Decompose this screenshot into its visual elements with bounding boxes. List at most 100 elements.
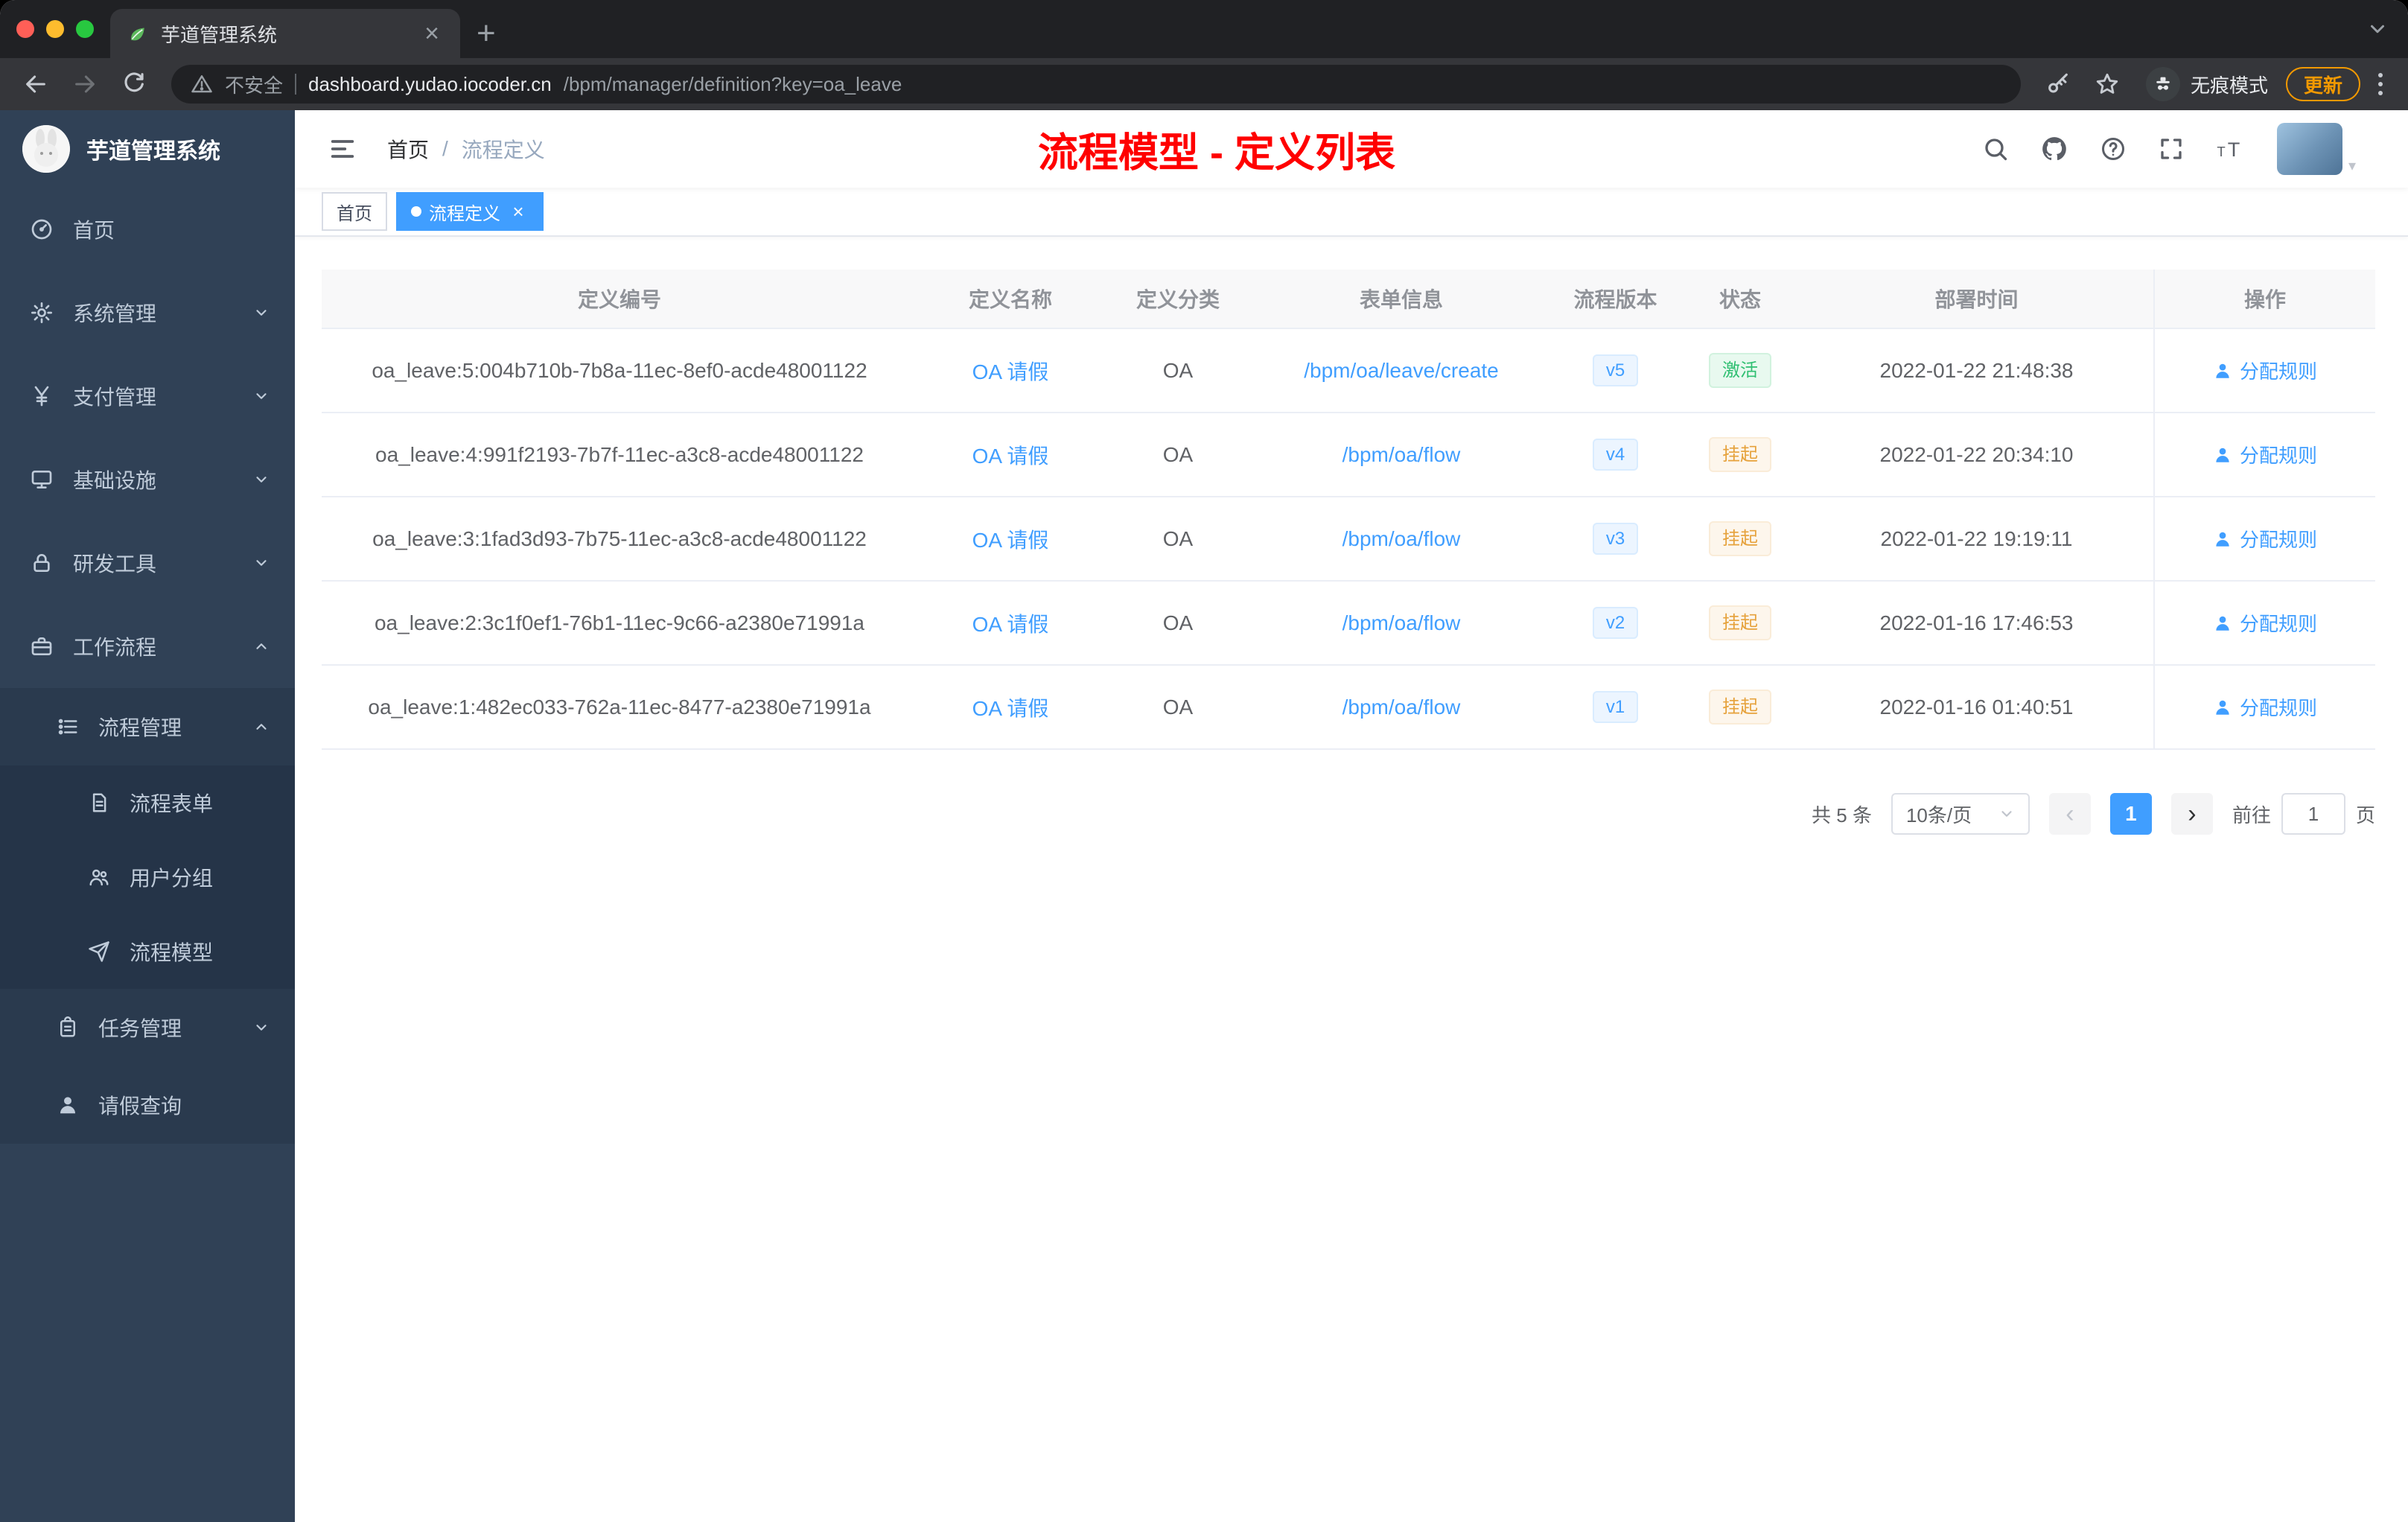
chevron-down-icon — [256, 310, 267, 316]
definition-category: OA — [1162, 695, 1194, 719]
help-button[interactable] — [2100, 136, 2127, 162]
navbar-actions: TT ▾ — [1982, 123, 2356, 175]
breadcrumb: 首页 / 流程定义 — [387, 134, 545, 164]
sidebar-item-label: 系统管理 — [73, 302, 157, 325]
definition-name-link[interactable]: OA 请假 — [972, 440, 1049, 470]
column-header: 状态 — [1719, 288, 1761, 311]
current-page-button[interactable]: 1 — [2109, 793, 2152, 835]
sidebar: 芋道管理系统 首页 系统管理 支付管理 基础设施 研发工具 工作流程 流程管理 … — [0, 110, 295, 1522]
form-link[interactable]: /bpm/oa/flow — [1342, 611, 1461, 635]
tag-close-icon[interactable]: × — [508, 201, 529, 222]
version-tag: v3 — [1592, 522, 1639, 555]
search-button[interactable] — [1982, 136, 2009, 162]
search-icon — [1985, 138, 2007, 161]
browser-menu-kebab-button[interactable] — [2368, 73, 2393, 95]
new-tab-button[interactable]: + — [477, 9, 496, 58]
status-tag: 激活 — [1709, 352, 1771, 389]
form-link[interactable]: /bpm/oa/flow — [1342, 443, 1461, 467]
github-button[interactable] — [2040, 135, 2068, 163]
password-key-button[interactable] — [2037, 63, 2079, 105]
sidebar-item-workflow[interactable]: 工作流程 — [0, 605, 295, 688]
sidebar-item-home[interactable]: 首页 — [0, 188, 295, 271]
reload-button[interactable] — [113, 63, 155, 105]
logo-avatar — [22, 125, 70, 173]
tag-process-definition[interactable]: 流程定义 × — [396, 192, 544, 231]
yen-icon — [34, 386, 49, 407]
definition-name-link[interactable]: OA 请假 — [972, 356, 1049, 386]
assign-rule-link[interactable]: 分配规则 — [2213, 525, 2317, 553]
tag-label: 流程定义 — [429, 203, 500, 224]
definition-name-link[interactable]: OA 请假 — [972, 608, 1049, 638]
form-link[interactable]: /bpm/oa/leave/create — [1304, 359, 1499, 383]
sidebar-item-process-form[interactable]: 流程表单 — [0, 765, 295, 840]
update-button[interactable]: 更新 — [2285, 67, 2360, 101]
form-link[interactable]: /bpm/oa/flow — [1342, 695, 1461, 719]
assign-rule-link[interactable]: 分配规则 — [2213, 357, 2317, 384]
sidebar-item-leave-query[interactable]: 请假查询 — [0, 1066, 295, 1144]
deploy-time: 2022-01-22 20:34:10 — [1879, 442, 2074, 466]
clipboard-icon — [60, 1016, 75, 1037]
home-gauge-icon — [31, 219, 52, 240]
chevron-down-icon — [256, 1025, 267, 1031]
sidebar-item-devtools[interactable]: 研发工具 — [0, 521, 295, 605]
back-button[interactable] — [15, 63, 57, 105]
sidebar-item-label: 流程表单 — [130, 792, 214, 815]
chevron-down-icon — [256, 560, 267, 566]
sidebar-item-user-group[interactable]: 用户分组 — [0, 840, 295, 914]
font-size-button[interactable]: TT — [2216, 136, 2246, 162]
font-size-icon: TT — [2217, 138, 2240, 161]
assign-rule-link[interactable]: 分配规则 — [2213, 441, 2317, 468]
form-link[interactable]: /bpm/oa/flow — [1342, 527, 1461, 551]
close-window-button[interactable] — [16, 20, 34, 38]
sidebar-item-infrastructure[interactable]: 基础设施 — [0, 438, 295, 521]
assign-rule-label: 分配规则 — [2239, 360, 2317, 383]
sidebar-collapse-button[interactable] — [320, 127, 365, 171]
column-header: 表单信息 — [1359, 288, 1443, 311]
address-bar[interactable]: 不安全 dashboard.yudao.iocoder.cn/bpm/manag… — [171, 65, 2021, 104]
tag-home[interactable]: 首页 — [322, 192, 387, 231]
sidebar-item-process-model[interactable]: 流程模型 — [0, 914, 295, 989]
deploy-time: 2022-01-22 21:48:38 — [1879, 358, 2074, 382]
column-header: 定义分类 — [1135, 288, 1220, 311]
active-tag-dot — [411, 206, 421, 217]
assign-rule-link[interactable]: 分配规则 — [2213, 609, 2317, 637]
breadcrumb-home[interactable]: 首页 — [387, 134, 429, 164]
definition-id: oa_leave:4:991f2193-7b7f-11ec-a3c8-acde4… — [375, 442, 864, 466]
definition-name-link[interactable]: OA 请假 — [972, 692, 1049, 722]
assign-rule-link[interactable]: 分配规则 — [2213, 693, 2317, 721]
table-row: oa_leave:5:004b710b-7b8a-11ec-8ef0-acde4… — [322, 329, 2375, 413]
page-annotation: 流程模型 - 定义列表 — [1038, 130, 1395, 176]
zoom-window-button[interactable] — [76, 20, 94, 38]
sidebar-logo: 芋道管理系统 — [0, 110, 295, 188]
sidebar-item-process-management[interactable]: 流程管理 — [0, 688, 295, 765]
deploy-time: 2022-01-16 17:46:53 — [1879, 611, 2074, 634]
fullscreen-button[interactable] — [2158, 136, 2185, 162]
goto-page-input[interactable] — [2281, 793, 2345, 835]
browser-toolbar: 不安全 dashboard.yudao.iocoder.cn/bpm/manag… — [0, 58, 2408, 110]
version-tag: v5 — [1592, 354, 1639, 387]
sidebar-item-system[interactable]: 系统管理 — [0, 271, 295, 354]
bookmark-star-button[interactable] — [2086, 63, 2128, 105]
minimize-window-button[interactable] — [46, 20, 64, 38]
prev-page-button[interactable]: ‹ — [2048, 793, 2091, 835]
page-size-select[interactable]: 10条/页 — [1891, 793, 2030, 835]
column-header: 操作 — [2153, 270, 2375, 328]
tab-close-button[interactable]: × — [417, 19, 447, 48]
sidebar-item-task-management[interactable]: 任务管理 — [0, 989, 295, 1066]
forward-button[interactable] — [64, 63, 106, 105]
assign-rule-label: 分配规则 — [2239, 529, 2317, 551]
chevron-down-icon — [256, 393, 267, 399]
tab-search-chevron-icon[interactable] — [2366, 18, 2389, 40]
definition-category: OA — [1162, 442, 1194, 466]
sidebar-item-label: 首页 — [73, 219, 115, 242]
paper-plane-icon — [89, 941, 109, 962]
chevron-down-icon — [256, 477, 267, 483]
svg-text:T: T — [2217, 144, 2225, 159]
sidebar-item-payment[interactable]: 支付管理 — [0, 354, 295, 438]
definition-id: oa_leave:2:3c1f0ef1-76b1-11ec-9c66-a2380… — [374, 611, 864, 634]
user-avatar-menu[interactable]: ▾ — [2276, 123, 2356, 175]
definition-name-link[interactable]: OA 请假 — [972, 524, 1049, 554]
browser-tab[interactable]: 芋道管理系统 × — [110, 9, 460, 58]
status-tag: 挂起 — [1709, 436, 1771, 473]
next-page-button[interactable]: › — [2170, 793, 2213, 835]
